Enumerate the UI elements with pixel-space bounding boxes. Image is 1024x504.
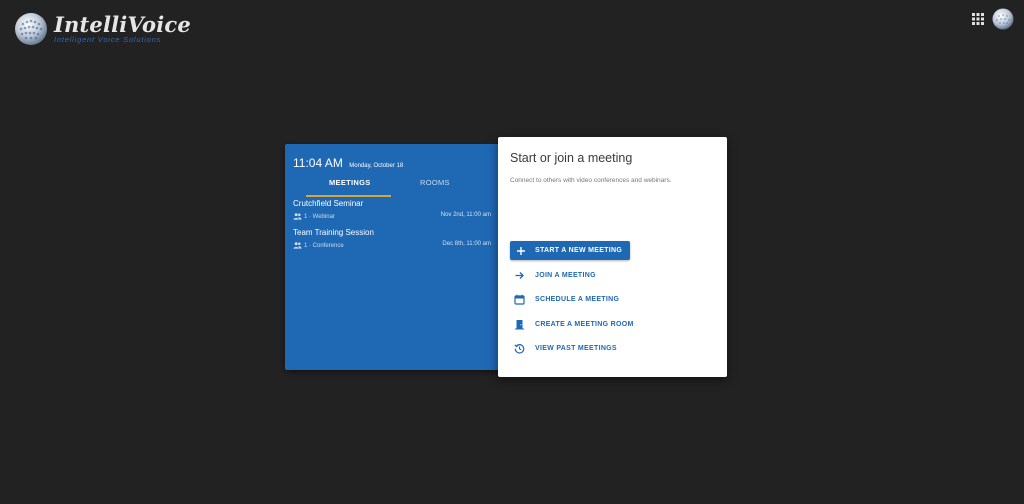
start-join-card: Start or join a meeting Connect to other… [498,137,727,377]
schedule-meeting-label: SCHEDULE A MEETING [535,295,620,303]
start-new-meeting-button[interactable]: START A NEW MEETING [510,241,630,260]
join-meeting-label: JOIN A MEETING [535,271,596,279]
calendar-icon [514,294,525,305]
meeting-title: Team Training Session [293,228,374,237]
meeting-title: Crutchfield Seminar [293,199,364,208]
plus-icon [517,246,525,255]
create-meeting-room-label: CREATE A MEETING ROOM [535,320,634,328]
apps-grid-icon[interactable] [972,13,984,25]
globe-logo-icon [15,13,47,45]
avatar-globe-icon[interactable] [992,8,1014,30]
meeting-date: Dec 8th, 11:00 am [442,241,491,247]
view-past-meetings-button[interactable]: VIEW PAST MEETINGS [514,341,617,355]
logo-tagline: Intelligent Voice Solutions [54,35,162,45]
people-icon [293,242,302,249]
view-past-meetings-label: VIEW PAST MEETINGS [535,344,617,352]
arrow-right-icon [515,271,524,279]
meeting-info: 1 · Conference [293,241,344,250]
active-tab-indicator [306,195,391,197]
logo[interactable]: IntelliVoice Intelligent Voice Solutions [14,12,191,46]
meeting-info: 1 · Webinar [293,212,335,221]
tab-meetings[interactable]: MEETINGS [329,178,371,187]
logo-name: IntelliVoice [54,12,191,38]
panel-tabs: MEETINGS ROOMS [285,178,497,197]
card-subtitle: Connect to others with video conferences… [510,177,672,184]
schedule-meeting-button[interactable]: SCHEDULE A MEETING [514,292,619,306]
history-icon [514,343,525,354]
join-meeting-button[interactable]: JOIN A MEETING [514,268,596,282]
clock-time: 11:04 AM [293,156,343,170]
logo-text: IntelliVoice Intelligent Voice Solutions [54,14,191,44]
start-new-meeting-label: START A NEW MEETING [535,247,623,254]
meeting-date: Nov 2nd, 11:00 am [440,212,491,218]
clock: 11:04 AM Monday, October 18 [293,154,403,172]
meeting-type: 1 · Webinar [304,213,335,220]
meeting-list-item[interactable]: Team Training Session 1 · Conference Dec… [293,228,491,252]
meetings-panel: 11:04 AM Monday, October 18 MEETINGS ROO… [285,144,505,370]
card-title: Start or join a meeting [510,151,633,165]
people-icon [293,213,302,220]
create-meeting-room-button[interactable]: CREATE A MEETING ROOM [514,317,634,331]
clock-date: Monday, October 18 [349,163,404,169]
tab-rooms[interactable]: ROOMS [420,178,450,187]
meeting-type: 1 · Conference [304,242,344,249]
meeting-list-item[interactable]: Crutchfield Seminar 1 · Webinar Nov 2nd,… [293,199,491,223]
door-icon [515,319,524,329]
